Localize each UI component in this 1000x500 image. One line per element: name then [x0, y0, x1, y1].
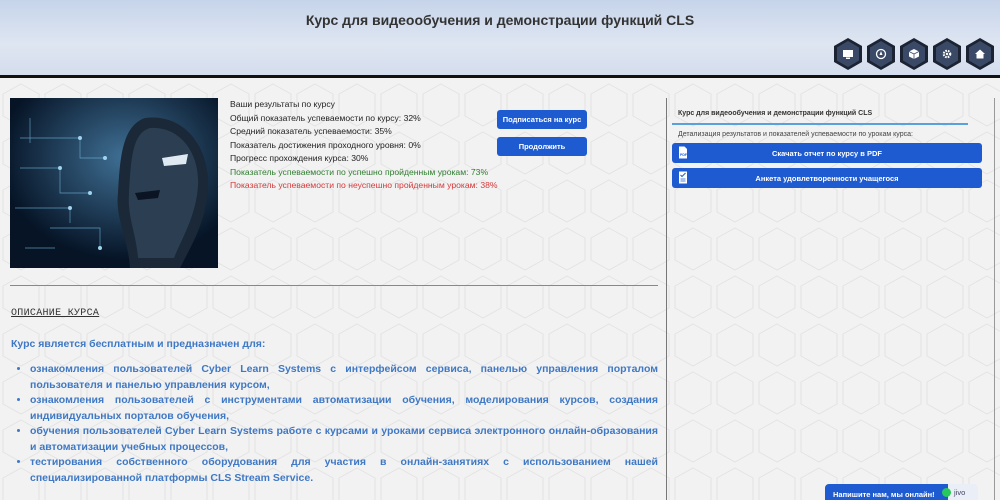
header-icon-row [834, 38, 994, 70]
description-intro: Курс является бесплатным и предназначен … [11, 338, 266, 350]
chat-brand: јivo [948, 484, 978, 500]
satisfaction-survey-button[interactable]: Анкета удовлетворенности учащегося [672, 168, 982, 188]
sidebar-title: Курс для видеообучения и демонстрации фу… [672, 106, 968, 125]
list-item: тестирования собственного оборудования д… [30, 455, 658, 486]
monitor-icon[interactable] [834, 38, 862, 70]
subscribe-button[interactable]: Подписаться на курс [497, 110, 587, 129]
description-list: ознакомления пользователей Cyber Learn S… [30, 362, 658, 486]
list-item: ознакомления пользователей Cyber Learn S… [30, 362, 658, 393]
description-heading: ОПИСАНИЕ КУРСА [11, 308, 100, 319]
online-status-icon [942, 488, 951, 497]
cube-icon[interactable] [900, 38, 928, 70]
passing-level: Показатель достижения проходного уровня:… [230, 139, 421, 150]
continue-button[interactable]: Продолжить [497, 137, 587, 156]
header-bar: Курс для видеообучения и демонстрации фу… [0, 0, 1000, 78]
pdf-file-icon: PDF [679, 146, 688, 159]
sidebar-description: Детализация результатов и показателей ус… [678, 131, 913, 138]
results-heading: Ваши результаты по курсу [230, 99, 335, 109]
download-pdf-button[interactable]: PDF Скачать отчет по курсу в PDF [672, 143, 982, 163]
section-divider [10, 285, 658, 286]
fail-score: Показатель успеваемости по неуспешно про… [230, 180, 498, 190]
right-edge-separator [994, 98, 995, 500]
course-results: Ваши результаты по курсу Общий показател… [230, 98, 500, 193]
page-title: Курс для видеообучения и демонстрации фу… [305, 12, 695, 28]
column-separator [666, 98, 667, 500]
overall-score: Общий показатель успеваемости по курсу: … [230, 112, 421, 123]
compass-icon[interactable] [867, 38, 895, 70]
settings-icon[interactable] [933, 38, 961, 70]
success-score: Показатель успеваемости по успешно пройд… [230, 166, 489, 177]
course-progress: Прогресс прохождения курса: 30% [230, 153, 369, 163]
satisfaction-survey-label: Анкета удовлетворенности учащегося [755, 173, 899, 183]
sidebar-panel: Курс для видеообучения и демонстрации фу… [672, 106, 982, 188]
survey-form-icon [679, 171, 687, 184]
average-score: Средний показатель успеваемости: 35% [230, 126, 392, 136]
svg-text:PDF: PDF [680, 153, 688, 157]
list-item: ознакомления пользователей с инструмента… [30, 393, 658, 424]
course-cover-image [10, 98, 218, 268]
list-item: обучения пользователей Cyber Learn Syste… [30, 424, 658, 455]
download-pdf-label: Скачать отчет по курсу в PDF [771, 148, 883, 158]
course-main: Ваши результаты по курсу Общий показател… [10, 98, 658, 500]
home-icon[interactable] [966, 38, 994, 70]
